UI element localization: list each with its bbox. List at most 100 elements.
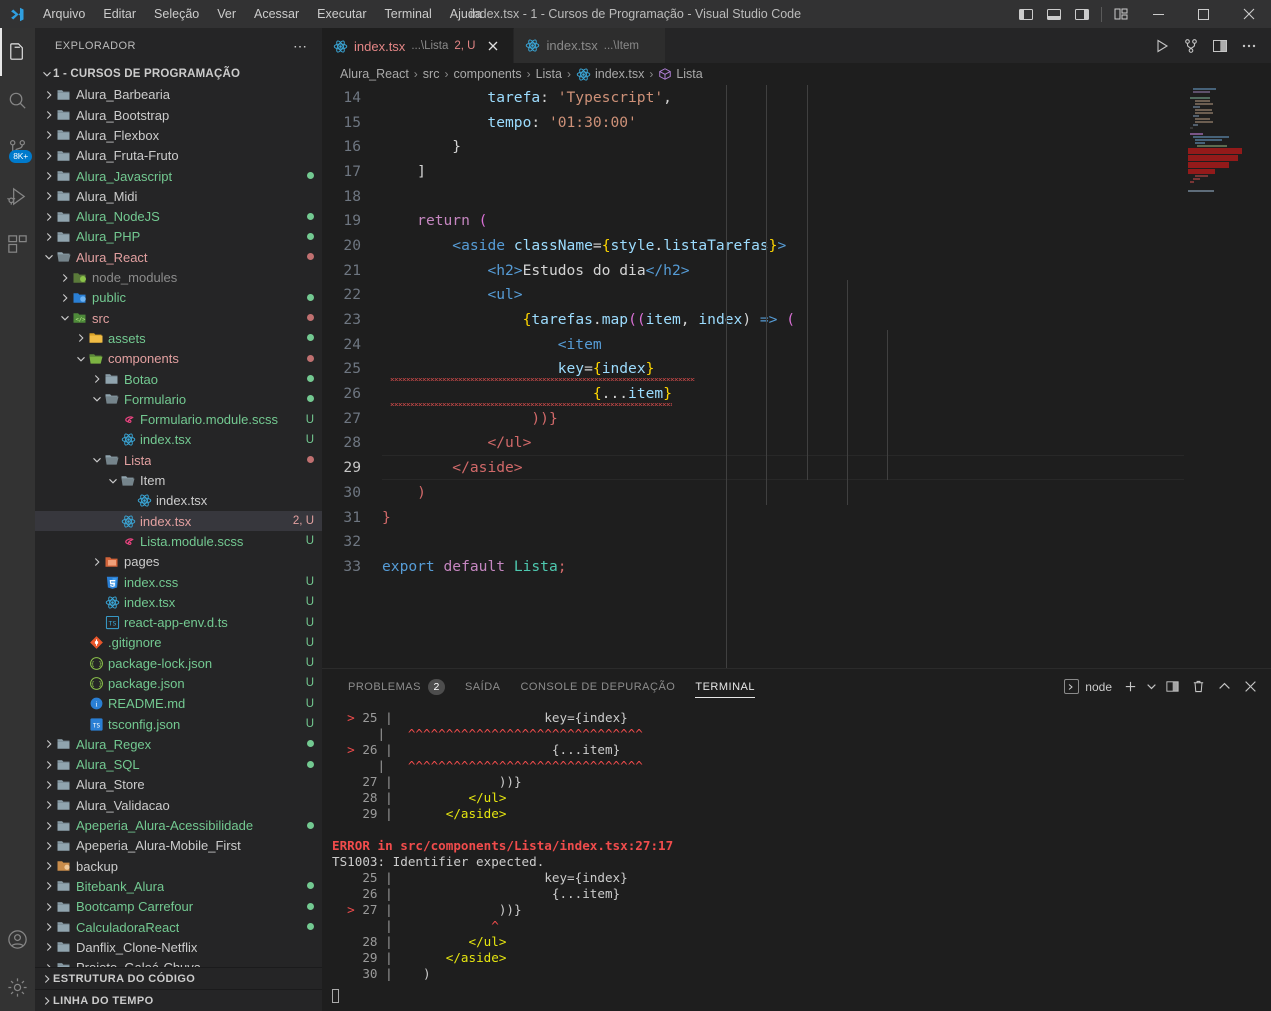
toggle-primary-sidebar-icon[interactable] [1015,0,1037,28]
tree-folder-row[interactable]: Alura_Store [35,775,322,795]
code-line[interactable]: 31} [322,505,1271,530]
code-line[interactable]: 32 [322,529,1271,554]
breadcrumb-item[interactable]: Lista [536,67,562,81]
tree-folder-row[interactable]: Alura_Flexbox [35,125,322,145]
section-estrutura-do-codigo[interactable]: ESTRUTURA DO CÓDIGO [35,967,322,989]
tree-folder-row[interactable]: Alura_Barbearia [35,85,322,105]
menu-editar[interactable]: Editar [94,0,145,28]
activity-source-control-icon[interactable]: 8K+ [0,124,35,172]
code-line[interactable]: 29 </aside> [322,455,1271,480]
tree-folder-row[interactable]: Alura_Fruta-Fruto [35,146,322,166]
tree-folder-row[interactable]: pages [35,552,322,572]
editor-tab[interactable]: index.tsx ...\Lista 2, U [322,28,515,63]
menu-executar[interactable]: Executar [308,0,375,28]
more-actions-icon[interactable] [1236,28,1262,63]
editor-tabs[interactable]: index.tsx ...\Lista 2, U index.tsx ...\Item [322,28,666,63]
tree-folder-row[interactable]: Lista [35,450,322,470]
toggle-panel-icon[interactable] [1043,0,1065,28]
menu-ajuda[interactable]: Ajuda [441,0,491,28]
editor-tab[interactable]: index.tsx ...\Item [514,28,666,63]
activity-settings-gear-icon[interactable] [0,963,35,1011]
terminal-dropdown-icon[interactable] [1144,672,1158,702]
code-editor[interactable]: 14 tarefa: 'Typescript', 15 tempo: '01:30… [322,85,1271,668]
tree-file-row[interactable]: index.tsx [35,491,322,511]
breadcrumb[interactable]: Alura_React › src › components › Lista › index.… [322,63,1271,85]
workspace-root-row[interactable]: 1 - CURSOS DE PROGRAMAÇÃO [35,63,322,85]
menu-ver[interactable]: Ver [208,0,245,28]
terminal-selector[interactable]: node [1064,679,1116,694]
tree-folder-row[interactable]: CalculadoraReact [35,917,322,937]
menu-acessar[interactable]: Acessar [245,0,308,28]
activity-search-icon[interactable] [0,76,35,124]
toggle-secondary-sidebar-icon[interactable] [1071,0,1093,28]
code-line[interactable]: 19 return ( [322,208,1271,233]
tree-folder-row[interactable]: Bitebank_Alura [35,876,322,896]
tree-folder-row[interactable]: Alura_NodeJS [35,207,322,227]
panel-tab[interactable]: TERMINAL [685,669,765,704]
tree-folder-row[interactable]: Botao [35,369,322,389]
code-line[interactable]: 17 ] [322,159,1271,184]
tree-file-row[interactable]: { } package-lock.json U [35,653,322,673]
tree-folder-row[interactable]: Alura_Regex [35,734,322,754]
run-icon[interactable] [1149,28,1175,63]
code-line[interactable]: 21 <h2>Estudos do dia</h2> [322,258,1271,283]
tree-folder-row[interactable]: public [35,288,322,308]
tree-folder-row[interactable]: components [35,349,322,369]
tree-folder-row[interactable]: Alura_Validacao [35,795,322,815]
tree-folder-row[interactable]: Bootcamp Carrefour [35,897,322,917]
minimize-button[interactable] [1136,0,1181,28]
code-line[interactable]: 18 [322,184,1271,209]
activity-explorer-icon[interactable] [0,28,35,76]
code-line[interactable]: 25 key={index} [322,357,1271,382]
panel-tab[interactable]: PROBLEMAS 2 [338,669,455,704]
close-panel-icon[interactable] [1238,672,1262,702]
panel-tabs[interactable]: PROBLEMAS 2 SAÍDA CONSOLE DE DEPURAÇÃO TERMI… [338,669,765,704]
tree-file-row[interactable]: Lista.module.scss U [35,531,322,551]
code-line[interactable]: 16 } [322,134,1271,159]
tree-folder-row[interactable]: Apeperia_Alura-Mobile_First [35,836,322,856]
customize-layout-icon[interactable] [1110,0,1132,28]
code-line[interactable]: 30 ) [322,480,1271,505]
tree-folder-row[interactable]: </> src [35,308,322,328]
section-linha-do-tempo[interactable]: LINHA DO TEMPO [35,989,322,1011]
tree-file-row[interactable]: TS tsconfig.json U [35,714,322,734]
menu-arquivo[interactable]: Arquivo [34,0,94,28]
tree-file-row[interactable]: { } package.json U [35,673,322,693]
tree-folder-row[interactable]: Alura_Javascript [35,166,322,186]
code-line[interactable]: 26 {...item} [322,381,1271,406]
code-line[interactable]: 23 {tarefas.map((item, index) => ( [322,307,1271,332]
panel-tab[interactable]: CONSOLE DE DEPURAÇÃO [510,669,685,704]
tree-folder-row[interactable]: backup [35,856,322,876]
tree-folder-row[interactable]: assets [35,328,322,348]
breadcrumb-item[interactable]: Lista [658,67,703,81]
tree-folder-row[interactable]: Danflix_Clone-Netflix [35,937,322,957]
breadcrumb-item[interactable]: src [423,67,440,81]
tree-file-row[interactable]: .gitignore U [35,633,322,653]
tree-folder-row[interactable]: Alura_Bootstrap [35,105,322,125]
source-control-fork-icon[interactable] [1178,28,1204,63]
activity-accounts-icon[interactable] [0,915,35,963]
code-line[interactable]: 27 ))} [322,406,1271,431]
menu-terminal[interactable]: Terminal [376,0,441,28]
code-line[interactable]: 15 tempo: '01:30:00' [322,110,1271,135]
explorer-more-actions-icon[interactable]: ⋯ [293,39,308,53]
breadcrumb-item[interactable]: Alura_React [340,67,409,81]
code-line[interactable]: 22 <ul> [322,283,1271,308]
tree-folder-row[interactable]: Alura_PHP [35,227,322,247]
tree-file-row[interactable]: Formulario.module.scss U [35,409,322,429]
activity-run-debug-icon[interactable] [0,172,35,220]
code-line[interactable]: 28 </ul> [322,431,1271,456]
editor-scrollbar[interactable] [1257,85,1271,668]
close-button[interactable] [1226,0,1271,28]
tree-folder-row[interactable]: Formulario [35,389,322,409]
code-line[interactable]: 24 <item [322,332,1271,357]
maximize-button[interactable] [1181,0,1226,28]
new-terminal-icon[interactable] [1118,672,1142,702]
tree-file-row[interactable]: index.tsx U [35,430,322,450]
breadcrumb-item[interactable]: components [453,67,521,81]
breadcrumb-item[interactable]: index.tsx [576,67,644,82]
code-line[interactable]: 20 <aside className={style.listaTarefas}… [322,233,1271,258]
tree-folder-row[interactable]: Alura_Midi [35,186,322,206]
tree-folder-row[interactable]: Alura_React [35,247,322,267]
menu-selecao[interactable]: Seleção [145,0,208,28]
